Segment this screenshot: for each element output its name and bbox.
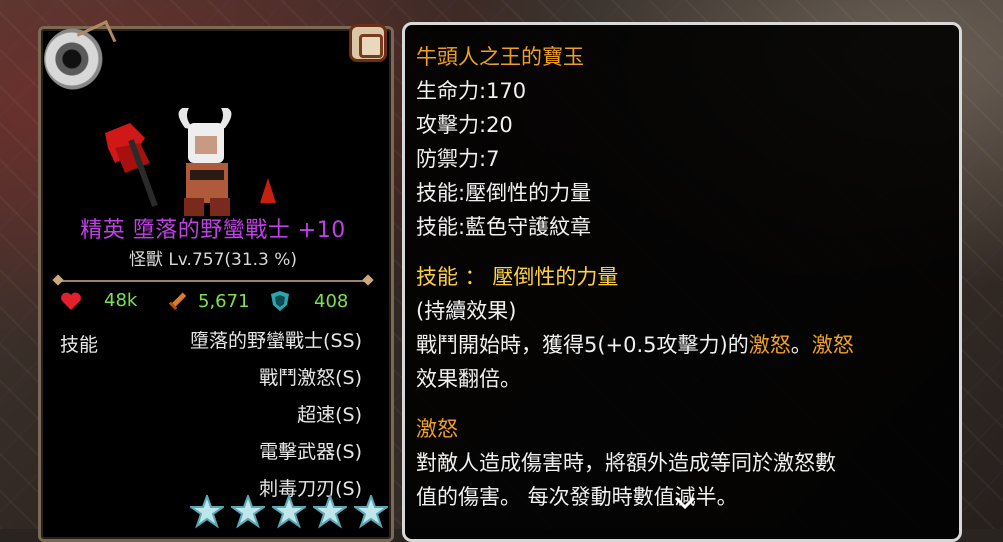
stat-row: 48k 5,671 408 bbox=[60, 290, 370, 316]
star-rating bbox=[190, 495, 388, 529]
skill-item[interactable]: 電擊武器(S) bbox=[150, 437, 362, 474]
defense-stat: 408 bbox=[270, 290, 348, 312]
card-divider bbox=[58, 280, 368, 282]
star-icon bbox=[313, 495, 347, 529]
effect-text: 戰鬥開始時，獲得5(+0.5攻擊力)的 bbox=[416, 333, 749, 357]
character-level: 怪獸 Lv.757(31.3 %) bbox=[128, 250, 298, 270]
skill-list: 墮落的野蠻戰士(SS) 戰鬥激怒(S) 超速(S) 電擊武器(S) 刺毒刀刃(S… bbox=[150, 326, 362, 511]
item-stat-line: 攻擊力:20 bbox=[416, 113, 513, 137]
attack-stat: 5,671 bbox=[166, 290, 250, 312]
star-icon bbox=[190, 495, 224, 529]
sword-icon bbox=[168, 292, 187, 310]
rage-keyword[interactable]: 激怒 bbox=[812, 333, 854, 357]
character-sprite-icon bbox=[105, 108, 276, 216]
star-icon bbox=[272, 495, 306, 529]
keyword-heading: 激怒 bbox=[416, 417, 458, 441]
effect-description-2: 效果翻倍。 bbox=[416, 367, 521, 391]
keyword-description: 對敵人造成傷害時，將額外造成等同於激怒數 bbox=[416, 451, 836, 475]
skill-heading: 技能 ： 壓倒性的力量 bbox=[416, 265, 619, 289]
card-toggle-button[interactable] bbox=[349, 24, 387, 62]
skills-label: 技能 bbox=[60, 334, 99, 356]
star-icon bbox=[354, 495, 388, 529]
item-stat-line: 技能:藍色守護紋章 bbox=[416, 215, 592, 239]
item-stat-line: 防禦力:7 bbox=[416, 147, 500, 171]
effect-description: 戰鬥開始時，獲得5(+0.5攻擊力)的激怒。激怒 bbox=[416, 328, 956, 362]
effect-type: (持續效果) bbox=[416, 299, 517, 323]
item-title: 牛頭人之王的寶玉 bbox=[416, 45, 584, 69]
defense-value: 408 bbox=[314, 290, 349, 312]
skill-item[interactable]: 超速(S) bbox=[150, 400, 362, 437]
hp-stat: 48k bbox=[60, 290, 137, 311]
rage-keyword[interactable]: 激怒 bbox=[749, 333, 791, 357]
star-icon bbox=[231, 495, 265, 529]
item-tooltip-content: 牛頭人之王的寶玉 生命力:170 攻擊力:20 防禦力:7 技能:壓倒性的力量 … bbox=[416, 40, 956, 514]
character-name: 精英 墮落的野蠻戰士 +10 bbox=[80, 218, 346, 243]
hp-value: 48k bbox=[104, 290, 138, 311]
item-stat-line: 技能:壓倒性的力量 bbox=[416, 181, 592, 205]
attack-value: 5,671 bbox=[198, 290, 250, 312]
item-stat-line: 生命力:170 bbox=[416, 79, 527, 103]
effect-text: 。 bbox=[790, 333, 812, 357]
skill-item[interactable]: 戰鬥激怒(S) bbox=[150, 363, 362, 400]
shield-icon bbox=[271, 291, 289, 311]
skill-item[interactable]: 墮落的野蠻戰士(SS) bbox=[150, 326, 362, 363]
heart-icon bbox=[61, 292, 81, 310]
chevron-down-icon[interactable] bbox=[674, 496, 696, 510]
